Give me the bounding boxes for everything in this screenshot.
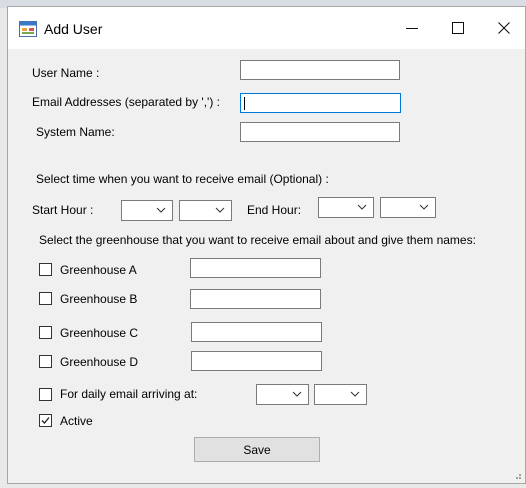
chevron-down-icon (215, 207, 225, 213)
greenhouse-c-name-input[interactable] (191, 322, 322, 342)
save-button[interactable]: Save (194, 437, 320, 462)
start-minute-select[interactable] (179, 200, 232, 221)
daily-email-checkbox[interactable] (39, 388, 52, 401)
maximize-button[interactable] (435, 7, 481, 49)
greenhouse-b-name-input[interactable] (190, 289, 321, 309)
greenhouse-b-checkbox[interactable] (39, 292, 52, 305)
chevron-down-icon (419, 204, 429, 210)
greenhouse-d-name-input[interactable] (191, 351, 322, 371)
user-name-input[interactable] (240, 60, 400, 80)
greenhouse-b-label: Greenhouse B (60, 292, 138, 306)
close-button[interactable] (481, 7, 526, 49)
greenhouse-d-label: Greenhouse D (60, 355, 139, 369)
window-title: Add User (44, 21, 103, 37)
user-name-label: User Name : (32, 66, 100, 80)
minimize-icon (406, 28, 418, 29)
greenhouse-a-label: Greenhouse A (60, 263, 137, 277)
start-hour-select[interactable] (121, 200, 173, 221)
chevron-down-icon (292, 391, 302, 397)
end-minute-select[interactable] (380, 197, 436, 218)
time-section-label: Select time when you want to receive ema… (36, 172, 329, 186)
daily-email-label: For daily email arriving at: (60, 387, 198, 401)
greenhouse-c-checkbox[interactable] (39, 326, 52, 339)
form-app-icon (19, 21, 37, 37)
greenhouse-section-label: Select the greenhouse that you want to r… (39, 233, 476, 247)
active-checkbox[interactable] (39, 414, 52, 427)
greenhouse-a-name-input[interactable] (190, 258, 321, 278)
start-hour-label: Start Hour : (32, 203, 94, 217)
resize-grip-icon[interactable] (512, 470, 522, 480)
chevron-down-icon (350, 391, 360, 397)
greenhouse-d-checkbox[interactable] (39, 355, 52, 368)
chevron-down-icon (156, 207, 166, 213)
chevron-down-icon (357, 204, 367, 210)
title-bar[interactable]: Add User (8, 7, 525, 49)
daily-hour-select[interactable] (256, 384, 309, 405)
email-input[interactable] (240, 93, 401, 113)
system-name-label: System Name: (36, 125, 115, 139)
active-label: Active (60, 414, 93, 428)
greenhouse-a-checkbox[interactable] (39, 263, 52, 276)
checkmark-icon (41, 417, 50, 424)
text-caret (244, 97, 245, 110)
end-hour-label: End Hour: (247, 203, 302, 217)
email-label: Email Addresses (separated by ',') : (32, 95, 220, 109)
add-user-dialog: Add User User Name : Email Addresses (se… (7, 6, 526, 484)
daily-minute-select[interactable] (314, 384, 367, 405)
greenhouse-c-label: Greenhouse C (60, 326, 139, 340)
maximize-icon (452, 22, 464, 34)
close-icon (498, 22, 510, 34)
end-hour-select[interactable] (318, 197, 374, 218)
minimize-button[interactable] (389, 7, 435, 49)
system-name-input[interactable] (240, 122, 400, 142)
